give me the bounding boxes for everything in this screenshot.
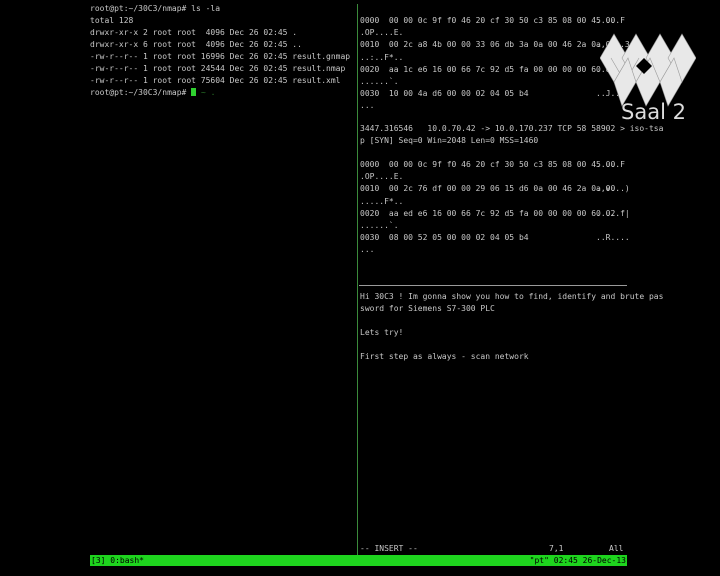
left-terminal-pane[interactable]: root@pt:~/30C3/nmap# ls -la total 128 dr… — [0, 0, 357, 555]
hex-dump-line: 0020 aa ed e6 16 00 66 7c 92 d5 fa 00 00… — [360, 208, 630, 219]
hex-bytes: ... — [360, 245, 375, 255]
terminal-line: drwxr-xr-x 2 root root 4096 Dec 26 02:45… — [90, 28, 298, 37]
hex-ascii: .....F — [596, 16, 625, 25]
vim-pane-separator — [359, 285, 627, 286]
vim-line: Lets try! — [360, 328, 404, 337]
hex-bytes: 0000 00 00 0c 9f f0 46 20 cf 30 50 c3 85… — [360, 16, 616, 25]
hex-dump-line: ......`. — [360, 221, 399, 231]
hex-dump-line: ......`. — [360, 77, 399, 87]
terminal-line: -rw-r--r-- 1 root root 75604 Dec 26 02:4… — [90, 76, 341, 85]
terminal-ghost-text: ~ . — [200, 88, 216, 97]
hex-dump-line: 0010 00 2c 76 df 00 00 29 06 15 d6 0a 00… — [360, 184, 630, 194]
hex-ascii: .,v...) — [596, 184, 630, 194]
terminal-line: root@pt:~/30C3/nmap# ls -la — [90, 4, 221, 13]
hex-dump-line: ... — [360, 245, 374, 255]
vim-cursor-position: 7,1 — [549, 544, 564, 553]
packet-summary-cont: p [SYN] Seq=0 Win=2048 Len=0 MSS=1460 — [360, 136, 539, 145]
hex-dump-line: 0000 00 00 0c 9f f0 46 20 cf 30 50 c3 85… — [360, 160, 625, 170]
vim-mode-indicator: -- INSERT -- — [360, 544, 418, 553]
hex-dump-line: .....F*.. — [360, 197, 403, 207]
tmux-window-list[interactable]: [3] 0:bash* — [91, 555, 144, 566]
logo-text: Saal 2 — [621, 100, 686, 124]
hex-bytes: 0030 08 00 52 05 00 00 02 04 05 b4 — [360, 233, 529, 243]
vim-scroll-indicator: All — [609, 544, 624, 553]
packet-dump-pane[interactable]: 0000 00 00 0c 9f f0 46 20 cf 30 50 c3 85… — [359, 0, 663, 555]
terminal-line: -rw-r--r-- 1 root root 16996 Dec 26 02:4… — [90, 52, 351, 61]
terminal-line: total 128 — [90, 16, 134, 25]
terminal-cursor — [191, 88, 197, 96]
hex-bytes: ..:..F*.. — [360, 52, 404, 62]
hex-ascii: ..R.... — [596, 233, 630, 243]
hex-dump-line: 0020 aa 1c e6 16 00 66 7c 92 d5 fa 00 00… — [360, 64, 630, 75]
hex-ascii: .....f| — [596, 208, 630, 218]
hex-dump-line: ... — [360, 101, 374, 111]
terminal-prompt: root@pt:~/30C3/nmap# — [90, 88, 192, 97]
tmux-status-bar: [3] 0:bash* "pt" 02:45 26-Dec-13 — [90, 555, 627, 566]
hex-ascii: .....F — [596, 160, 625, 169]
hex-bytes: ......`. — [360, 77, 399, 86]
hex-bytes: 0020 aa ed e6 16 00 66 7c 92 d5 fa 00 00… — [360, 208, 616, 218]
hex-dump-line: 0010 00 2c a8 4b 00 00 33 06 db 3a 0a 00… — [360, 40, 630, 50]
tmux-status-right: "pt" 02:45 26-Dec-13 — [529, 556, 626, 565]
hex-bytes: .....F*.. — [360, 196, 404, 206]
hex-bytes: .OP....E. — [360, 28, 404, 38]
hex-bytes: 0030 10 00 4a d6 00 00 02 04 05 b4 — [360, 89, 529, 99]
terminal-line: -rw-r--r-- 1 root root 24544 Dec 26 02:4… — [90, 64, 346, 73]
vim-line: Hi 30C3 ! Im gonna show you how to find,… — [360, 292, 664, 301]
hex-dump-line: 0030 10 00 4a d6 00 00 02 04 05 b4 ..J...… — [360, 89, 630, 99]
hex-bytes: 0010 00 2c a8 4b 00 00 33 06 db 3a 0a 00… — [360, 40, 616, 50]
hex-dump-line: .OP....E. — [360, 172, 403, 182]
terminal-line: drwxr-xr-x 6 root root 4096 Dec 26 02:45… — [90, 40, 302, 49]
vim-line: sword for Siemens S7-300 PLC — [360, 304, 495, 313]
hex-bytes: 0000 00 00 0c 9f f0 46 20 cf 30 50 c3 85… — [360, 160, 616, 169]
hex-bytes: .OP....E. — [360, 172, 404, 182]
pane-divider[interactable] — [357, 4, 358, 555]
hex-bytes: ... — [360, 101, 375, 111]
hex-bytes: 0010 00 2c 76 df 00 00 29 06 15 d6 0a 00… — [360, 184, 616, 194]
terminal-prompt-line[interactable]: root@pt:~/30C3/nmap# ~ . — [90, 88, 215, 98]
vim-line: First step as always - scan network — [360, 352, 529, 361]
hex-dump-line: 0000 00 00 0c 9f f0 46 20 cf 30 50 c3 85… — [360, 16, 625, 26]
hex-dump-line: ..:..F*.. — [360, 53, 403, 63]
hex-dump-line: 0030 08 00 52 05 00 00 02 04 05 b4 ..R...… — [360, 233, 630, 243]
hex-bytes: 0020 aa 1c e6 16 00 66 7c 92 d5 fa 00 00… — [360, 64, 616, 74]
hex-bytes: ......`. — [360, 221, 399, 230]
hex-dump-line: .OP....E. — [360, 28, 403, 38]
